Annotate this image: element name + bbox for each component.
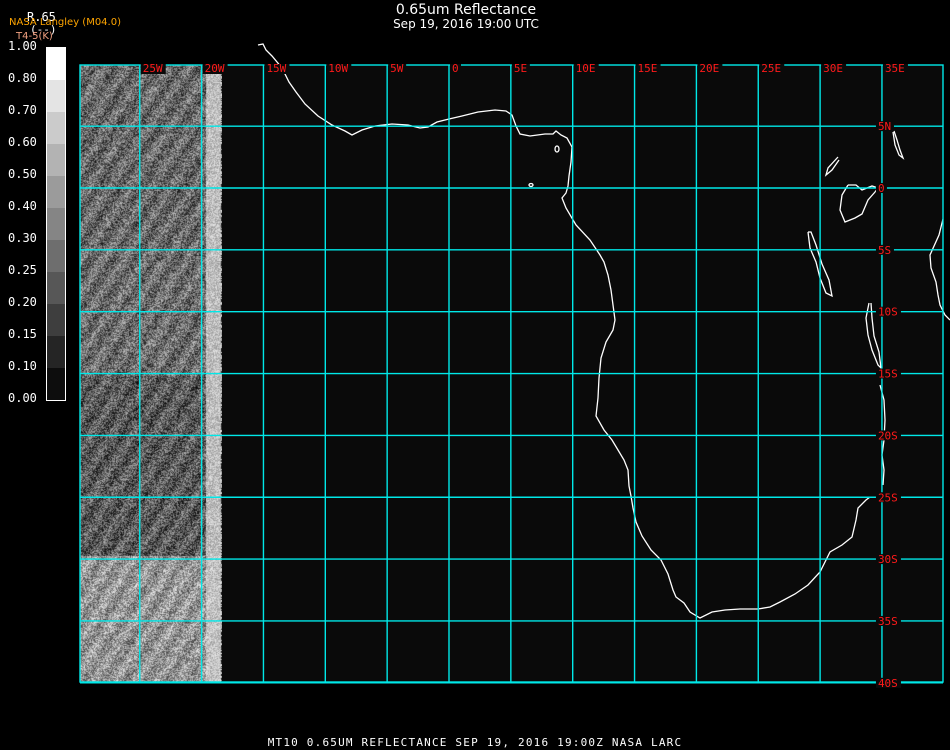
longitude-label: 30E (823, 62, 843, 75)
longitude-label: 20W (205, 62, 225, 75)
longitude-label: 0 (452, 62, 459, 75)
longitude-label: 25E (761, 62, 781, 75)
longitude-label: 5E (514, 62, 527, 75)
footer-caption: MT10 0.65UM REFLECTANCE SEP 19, 2016 19:… (267, 736, 683, 749)
longitude-label: 10E (576, 62, 596, 75)
latitude-label: 0 (878, 182, 885, 195)
map-overlay: 25W 20W 15W 10W 5W 0 5E 10E 15E 20E 25E 30E 35E 5N 0 5S… (79, 43, 950, 690)
longitude-label: 15E (638, 62, 658, 75)
latitude-label: 5N (878, 120, 891, 133)
latitude-label: 15S (878, 368, 898, 381)
latitude-label: 40S (878, 677, 898, 690)
longitude-label: 20E (699, 62, 719, 75)
latitude-label: 25S (878, 491, 898, 504)
latitude-label: 20S (878, 429, 898, 442)
longitude-label: 25W (143, 62, 163, 75)
longitude-label: 5W (390, 62, 404, 75)
latitude-label: 10S (878, 306, 898, 319)
longitude-label: 15W (266, 62, 286, 75)
latitude-label: 35S (878, 615, 898, 628)
longitude-label: 10W (328, 62, 348, 75)
latitude-label: 30S (878, 553, 898, 566)
latitude-label: 5S (878, 244, 891, 257)
longitude-label: 35E (885, 62, 905, 75)
